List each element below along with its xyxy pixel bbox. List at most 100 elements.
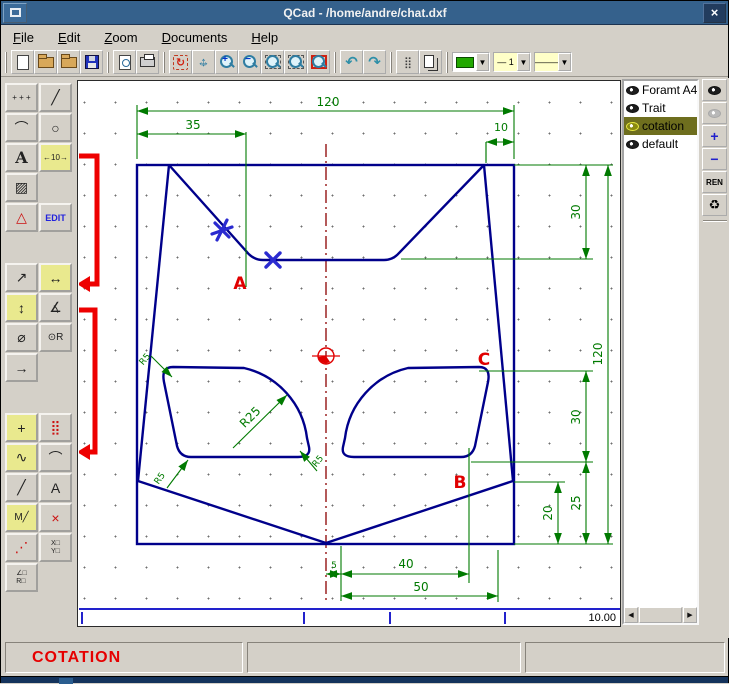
taskbar-strip <box>1 676 728 683</box>
grid-toggle-button[interactable]: ⣿ <box>396 50 419 74</box>
dim-angular-tool[interactable]: ∡ <box>39 293 72 322</box>
show-all-layers-button[interactable] <box>702 79 727 101</box>
snap-distance-tool[interactable]: ⋰ <box>5 533 38 562</box>
drawing-paper[interactable]: 120 35 10 30 30 25 20 120 <box>79 82 620 609</box>
rename-layer-button[interactable]: REN <box>702 171 727 193</box>
remove-layer-button[interactable]: − <box>702 148 727 170</box>
zoom-in-button[interactable]: + <box>215 50 238 74</box>
print-preview-icon <box>119 55 131 70</box>
layer-row-trait[interactable]: Trait <box>624 99 697 117</box>
dim-top-width: 120 <box>317 95 340 109</box>
points-tool[interactable]: + + + <box>5 83 38 112</box>
snap-manual-tool[interactable]: M╱ <box>5 503 38 532</box>
status-panel-right <box>525 642 725 673</box>
close-file-button[interactable] <box>57 50 80 74</box>
add-layer-button[interactable]: + <box>702 125 727 147</box>
scroll-left-arrow[interactable]: ◀ <box>624 607 638 623</box>
dimension-tool[interactable]: ←10→ <box>39 143 72 172</box>
layer-visible-icon[interactable] <box>626 122 639 131</box>
layer-row-default[interactable]: default <box>624 135 697 153</box>
toolbar-grip <box>390 52 392 73</box>
menu-documents[interactable]: Documents <box>154 28 236 47</box>
snap-grid-tool[interactable]: ⣿ <box>39 413 72 442</box>
system-menu-button[interactable] <box>3 3 27 23</box>
snap-entity-tool[interactable]: ⌒ <box>39 443 72 472</box>
close-button[interactable]: × <box>703 3 726 23</box>
dim-aligned-tool[interactable]: ↗ <box>5 263 38 292</box>
right-eye-hole[interactable] <box>343 367 489 457</box>
snap-middle-tool[interactable]: ╱ <box>5 473 38 502</box>
layer-list-scrollbar[interactable]: ◀ ▶ <box>624 607 697 623</box>
circle-tool[interactable]: ○ <box>39 113 72 142</box>
hatch-tool[interactable]: ▨ <box>5 173 38 202</box>
line-tool[interactable]: ╱ <box>39 83 72 112</box>
dropdown-arrow-icon[interactable]: ▼ <box>476 53 489 71</box>
canvas-ruler[interactable]: 10.00 <box>79 608 620 625</box>
hide-all-layers-button[interactable] <box>702 102 727 124</box>
scroll-right-arrow[interactable]: ▶ <box>683 607 697 623</box>
pan-button[interactable]: ↔↕ <box>192 50 215 74</box>
menu-edit[interactable]: Edit <box>50 28 88 47</box>
snap-endpoint-tool[interactable]: ∿ <box>5 443 38 472</box>
snap-intersection-tool[interactable]: × <box>39 503 72 532</box>
layer-visible-icon[interactable] <box>626 86 639 95</box>
dim-ear-height: 30 <box>569 204 583 219</box>
dim-diameter-tool[interactable]: ⌀ <box>5 323 38 352</box>
redo-icon: ↷ <box>368 53 381 71</box>
line-width-dropdown[interactable]: — 1 ▼ <box>493 52 531 72</box>
dim-corner-radius-bl: R5 <box>153 471 168 487</box>
point-labels[interactable]: A B C <box>233 274 490 493</box>
coord-xy-tool[interactable]: X□ Y□ <box>39 533 72 562</box>
dim-vertical-tool[interactable]: ↕ <box>5 293 38 322</box>
menu-file[interactable]: File <box>5 28 42 47</box>
scroll-thumb[interactable] <box>639 607 682 623</box>
line-style-dropdown[interactable]: ——— ▼ <box>534 52 572 72</box>
dim-leader-tool[interactable]: → <box>5 353 38 382</box>
dropdown-arrow-icon[interactable]: ▼ <box>517 53 530 71</box>
print-button[interactable] <box>136 50 159 74</box>
layer-visible-icon[interactable] <box>626 140 639 149</box>
status-command-panel: COTATION <box>5 642 243 673</box>
active-command-label: COTATION <box>6 649 121 667</box>
text-tool[interactable]: A <box>5 143 38 172</box>
center-mark[interactable] <box>312 348 340 364</box>
snap-auto-tool[interactable]: A <box>39 473 72 502</box>
snap-free-tool[interactable]: + <box>5 413 38 442</box>
drawing-canvas[interactable]: 120 35 10 30 30 25 20 120 <box>77 80 621 627</box>
measure-tool[interactable]: △ <box>5 203 38 232</box>
print-preview-button[interactable] <box>113 50 136 74</box>
zoom-auto-button[interactable] <box>284 50 307 74</box>
layer-name: cotation <box>642 119 684 133</box>
delete-layer-button[interactable]: ♻ <box>702 194 727 216</box>
zoom-previous-icon <box>311 54 327 70</box>
zoom-previous-button[interactable] <box>307 50 330 74</box>
zoom-out-button[interactable]: − <box>238 50 261 74</box>
layer-toolbar: + − REN ♻ <box>702 79 728 226</box>
color-dropdown[interactable]: ▼ <box>452 52 490 72</box>
edit-button[interactable]: EDIT <box>39 203 72 232</box>
arc-tool[interactable]: ⌒ <box>5 113 38 142</box>
layer-visible-icon[interactable] <box>626 104 639 113</box>
zoom-window-button[interactable] <box>261 50 284 74</box>
layer-row-format[interactable]: Foramt A4 <box>624 81 697 99</box>
menu-zoom[interactable]: Zoom <box>96 28 145 47</box>
save-file-button[interactable] <box>80 50 103 74</box>
folder-up-icon <box>61 57 77 68</box>
color-swatch-green <box>456 57 474 68</box>
dimensions[interactable]: 120 35 10 30 30 25 20 120 <box>137 95 608 596</box>
window-title: QCad - /home/andre/chat.dxf <box>27 6 703 20</box>
redo-button[interactable]: ↷ <box>363 50 386 74</box>
layer-row-cotation[interactable]: cotation <box>624 117 697 135</box>
open-file-button[interactable] <box>34 50 57 74</box>
menu-help[interactable]: Help <box>243 28 286 47</box>
dim-radius-tool[interactable]: ⊙R <box>39 323 72 352</box>
coord-polar-tool[interactable]: ∠□ R□ <box>5 563 38 592</box>
dim-horizontal-tool[interactable]: ↔ <box>39 263 72 292</box>
redraw-button[interactable]: ↻ <box>169 50 192 74</box>
new-file-button[interactable] <box>11 50 34 74</box>
layer-list-toggle-button[interactable] <box>419 50 442 74</box>
layer-list[interactable]: Foramt A4 Trait cotation default ◀ ▶ <box>622 79 699 625</box>
left-eye-hole[interactable] <box>163 367 309 457</box>
dropdown-arrow-icon[interactable]: ▼ <box>558 53 571 71</box>
undo-button[interactable]: ↶ <box>340 50 363 74</box>
